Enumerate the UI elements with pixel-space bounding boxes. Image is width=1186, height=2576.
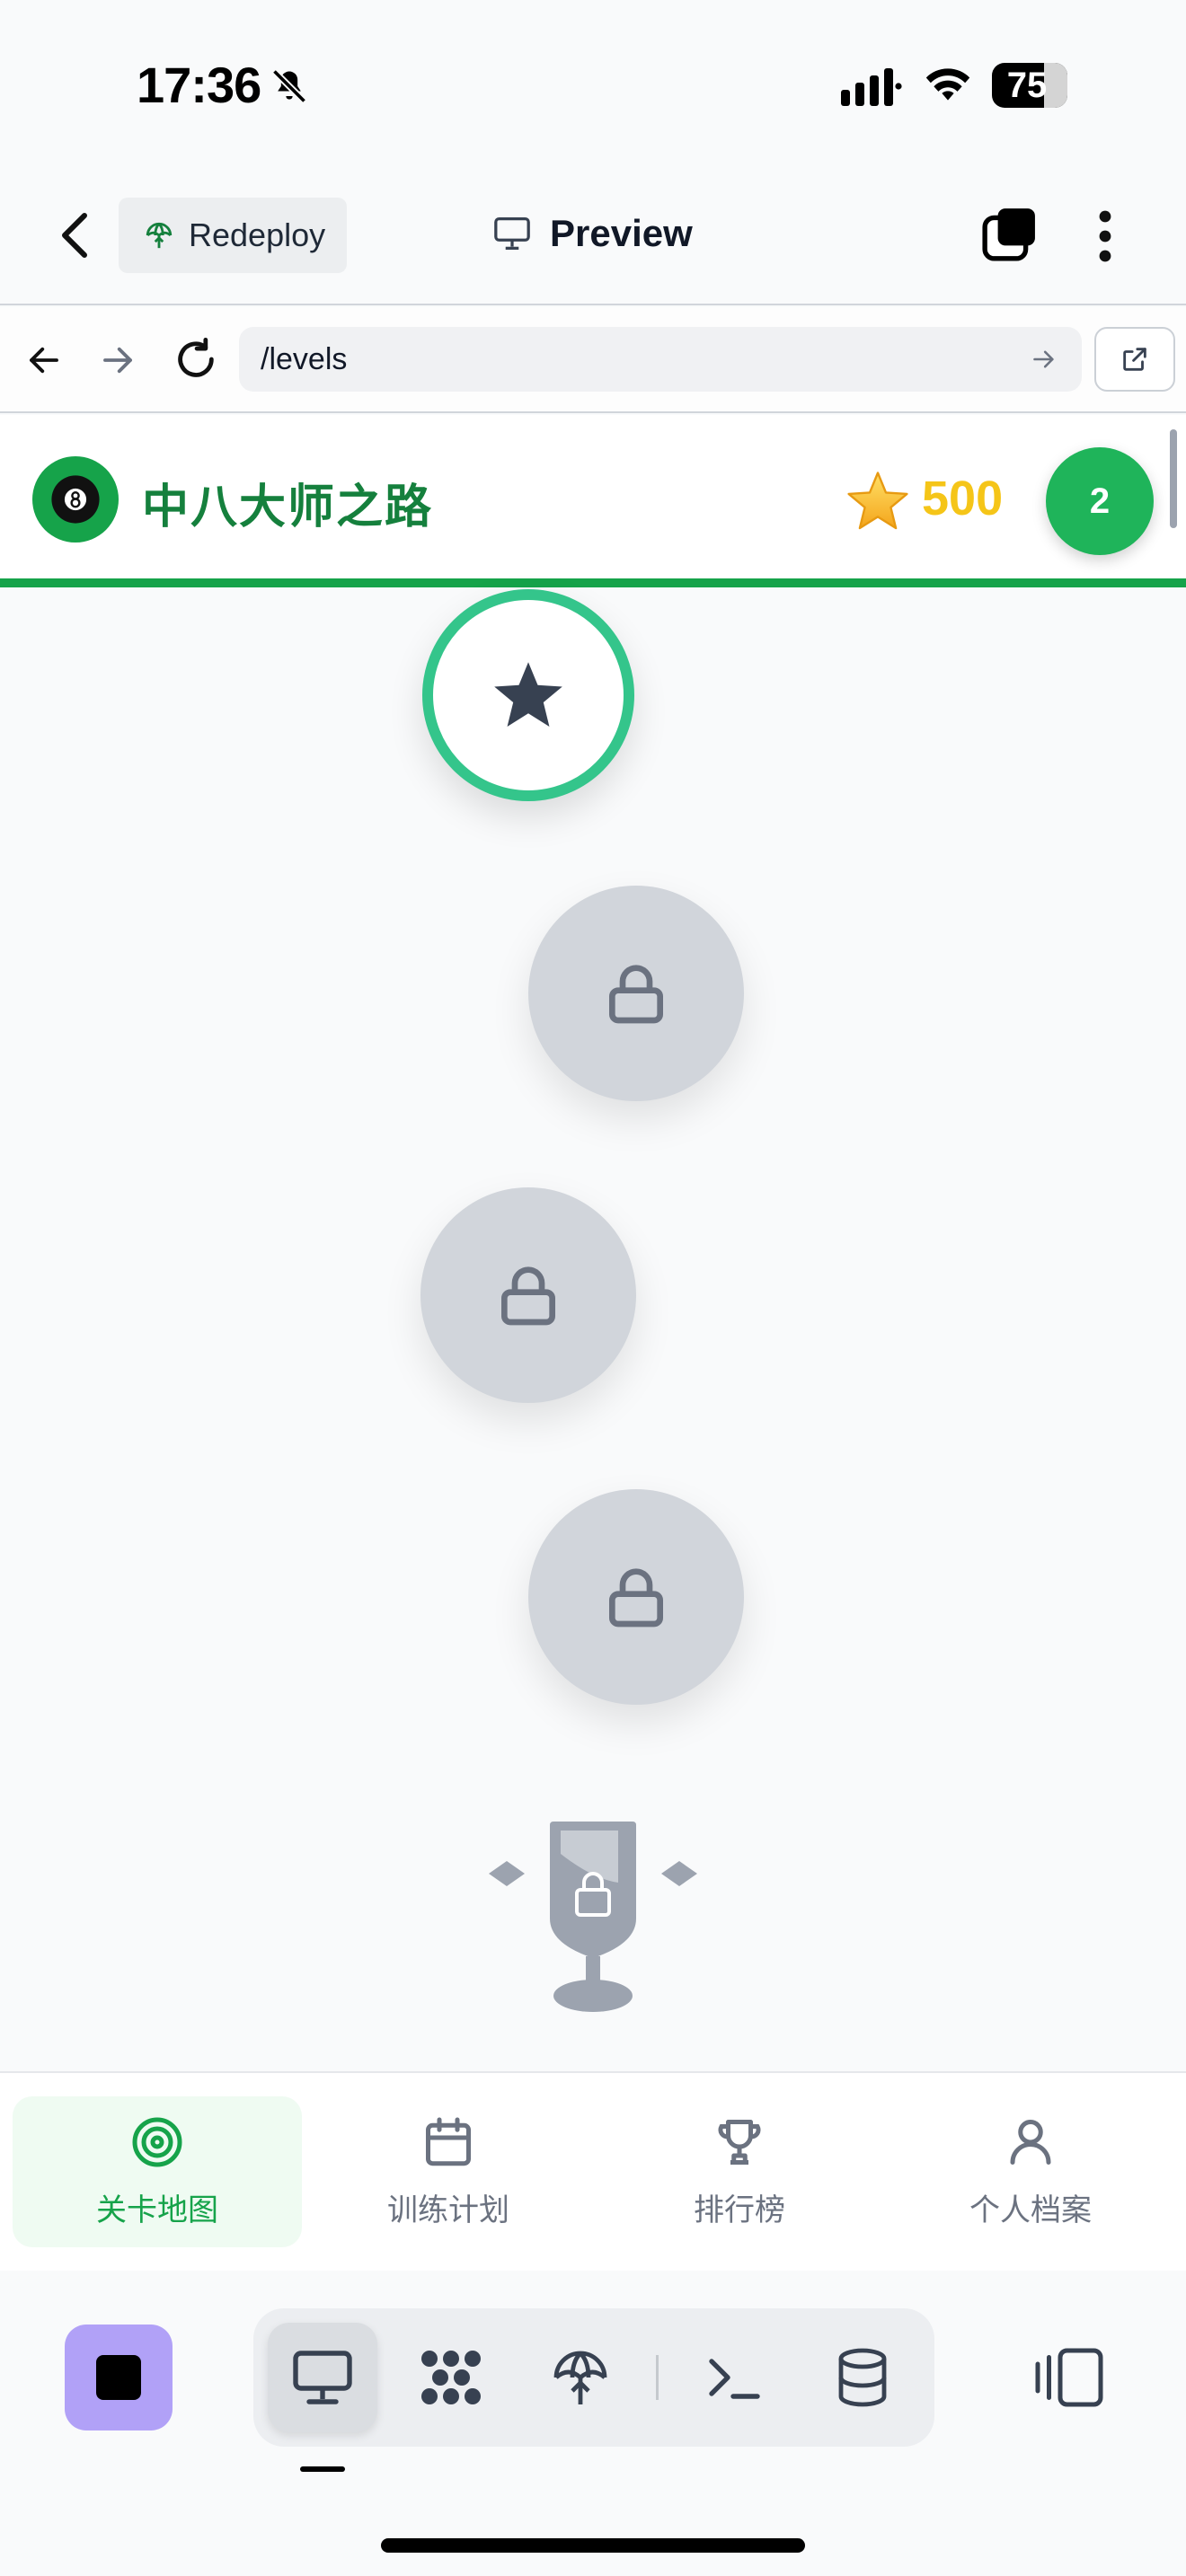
tool-active-indicator [300, 2466, 345, 2472]
trophy-icon [718, 2119, 761, 2165]
browser-back-icon[interactable] [25, 341, 63, 379]
battery-level: 75 [1006, 66, 1048, 105]
nav-item-label: 排行榜 [694, 2192, 785, 2228]
external-link-icon [1123, 348, 1146, 371]
app-title: 中八大师之路 [142, 481, 434, 534]
score-value: 500 [922, 472, 1004, 525]
url-go-icon[interactable] [1031, 347, 1057, 372]
calendar-icon [426, 2117, 471, 2166]
toolbar-divider [656, 2355, 659, 2400]
terminal-icon[interactable] [701, 2345, 766, 2410]
nav-item-level-map[interactable]: 关卡地图 [13, 2096, 302, 2247]
more-vertical-icon[interactable] [1096, 208, 1114, 264]
level-value: 2 [1089, 481, 1111, 521]
target-icon [132, 2117, 182, 2166]
home-indicator [381, 2538, 805, 2553]
redeploy-button[interactable]: Redeploy [119, 198, 347, 273]
reload-icon[interactable] [173, 336, 219, 383]
open-external-button[interactable] [1094, 327, 1175, 392]
level-badge[interactable]: 2 [1046, 447, 1154, 555]
star-icon [494, 662, 562, 727]
stop-icon [96, 2355, 141, 2400]
wifi-icon [925, 68, 970, 101]
monitor-icon [494, 216, 530, 250]
tabs-icon[interactable] [981, 207, 1037, 262]
preview-tab[interactable]: Preview [492, 212, 693, 255]
lock-icon [609, 965, 663, 1024]
nav-item-training-plan[interactable]: 训练计划 [304, 2096, 593, 2247]
level-node-locked[interactable] [528, 1489, 744, 1705]
preview-label: Preview [550, 212, 693, 254]
star-icon [847, 472, 908, 530]
url-text: /levels [261, 341, 348, 376]
nav-item-label: 个人档案 [969, 2192, 1092, 2228]
preview-icon[interactable] [290, 2345, 355, 2410]
logo [32, 456, 119, 543]
panel-toggle-icon[interactable] [1033, 2346, 1105, 2409]
scrollbar[interactable] [1170, 429, 1177, 528]
back-chevron-icon[interactable] [58, 212, 93, 259]
lock-icon [609, 1568, 663, 1628]
user-icon [1010, 2119, 1051, 2165]
signal-icon [841, 68, 902, 106]
trophy-lock-icon[interactable] [485, 1818, 701, 2016]
level-node-locked[interactable] [420, 1187, 636, 1403]
level-node-locked[interactable] [528, 886, 744, 1101]
redeploy-label: Redeploy [189, 216, 326, 253]
status-time: 17:36 [137, 57, 261, 113]
browser-forward-icon[interactable] [99, 341, 137, 379]
url-input[interactable]: /levels [239, 327, 1082, 392]
battery-icon: 75 [992, 63, 1075, 108]
nav-item-leaderboard[interactable]: 排行榜 [595, 2096, 884, 2247]
stop-button[interactable] [65, 2325, 173, 2430]
level-node-current[interactable] [422, 589, 634, 801]
database-icon[interactable] [830, 2345, 895, 2410]
nav-item-label: 训练计划 [387, 2192, 509, 2228]
bell-slash-icon [271, 68, 307, 104]
deploy-icon[interactable] [548, 2345, 613, 2410]
deploy-icon [146, 222, 173, 249]
nav-item-profile[interactable]: 个人档案 [886, 2096, 1175, 2247]
nav-item-label: 关卡地图 [96, 2192, 218, 2228]
eight-ball-icon [51, 475, 100, 524]
apps-icon[interactable] [419, 2345, 483, 2410]
lock-icon [501, 1266, 555, 1326]
